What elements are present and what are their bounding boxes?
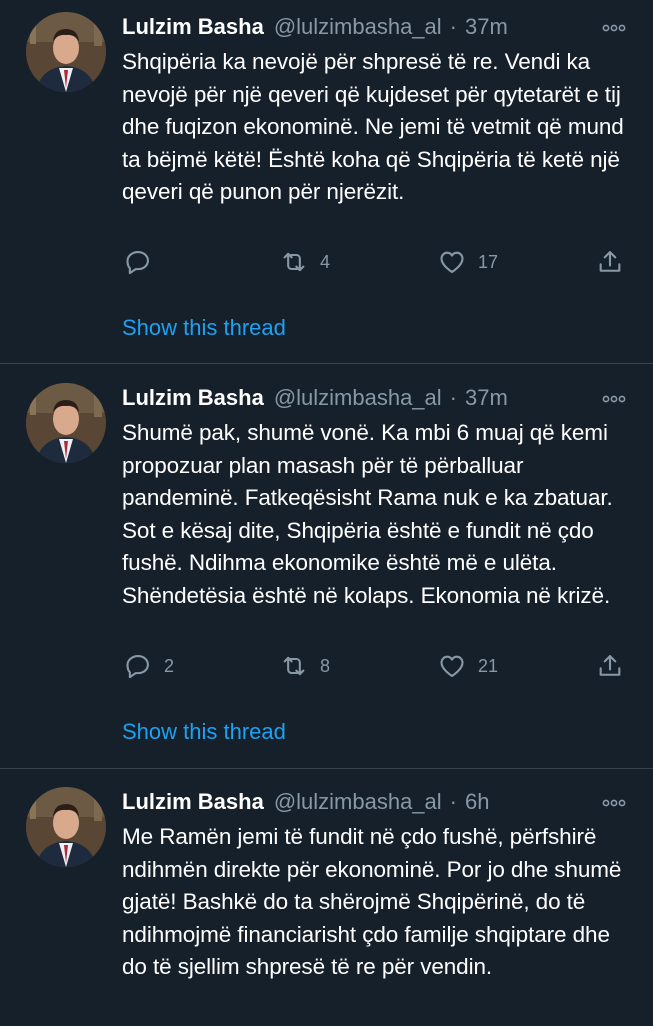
- retweet-count: 4: [320, 251, 331, 272]
- tweet-content: Lulzim Basha @lulzimbasha_al · 37m Shqip…: [122, 12, 631, 209]
- like-icon: [440, 251, 464, 273]
- reply-count: 2: [164, 655, 175, 676]
- like-count: 17: [478, 251, 499, 272]
- reply-icon: [126, 655, 149, 679]
- avatar[interactable]: [26, 787, 106, 867]
- separator-dot: ·: [449, 14, 457, 39]
- tweet-actions: 4 17: [0, 248, 653, 280]
- more-icon[interactable]: [601, 389, 627, 409]
- show-thread-link[interactable]: Show this thread: [122, 315, 286, 341]
- user-handle[interactable]: @lulzimbasha_al: [274, 14, 442, 40]
- tweet[interactable]: Lulzim Basha @lulzimbasha_al · 37m Shqip…: [0, 0, 653, 364]
- tweet[interactable]: Lulzim Basha @lulzimbasha_al · 6h Me Ram…: [0, 769, 653, 1026]
- tweet-text: Shumë pak, shumë vonë. Ka mbi 6 muaj që …: [122, 420, 613, 608]
- tweet-header: Lulzim Basha @lulzimbasha_al · 37m: [122, 12, 631, 42]
- display-name[interactable]: Lulzim Basha: [122, 14, 264, 40]
- display-name[interactable]: Lulzim Basha: [122, 789, 264, 815]
- timestamp[interactable]: 6h: [465, 789, 489, 815]
- reply-button[interactable]: [124, 248, 164, 276]
- tweet-content: Lulzim Basha @lulzimbasha_al · 6h Me Ram…: [122, 787, 631, 984]
- more-icon[interactable]: [601, 793, 627, 813]
- retweet-button[interactable]: 8: [280, 652, 330, 680]
- reply-icon: [126, 251, 149, 275]
- tweet-text: Me Ramën jemi të fundit në çdo fushë, pë…: [122, 824, 622, 979]
- like-button[interactable]: 21: [438, 652, 498, 680]
- tweet-header: Lulzim Basha @lulzimbasha_al · 37m: [122, 383, 631, 413]
- tweet[interactable]: Lulzim Basha @lulzimbasha_al · 37m Shumë…: [0, 364, 653, 769]
- retweet-icon: [283, 252, 305, 272]
- timestamp[interactable]: 37m: [465, 385, 508, 411]
- retweet-icon: [283, 656, 305, 676]
- reply-button[interactable]: 2: [124, 652, 174, 680]
- tweet-actions: 2 8 21: [0, 652, 653, 684]
- retweet-count: 8: [320, 655, 331, 676]
- tweet-content: Lulzim Basha @lulzimbasha_al · 37m Shumë…: [122, 383, 631, 612]
- user-handle[interactable]: @lulzimbasha_al: [274, 385, 442, 411]
- like-button[interactable]: 17: [438, 248, 498, 276]
- share-icon: [599, 655, 621, 676]
- avatar[interactable]: [26, 12, 106, 92]
- like-count: 21: [478, 655, 499, 676]
- display-name[interactable]: Lulzim Basha: [122, 385, 264, 411]
- show-thread-link[interactable]: Show this thread: [122, 719, 286, 745]
- share-button[interactable]: [596, 248, 624, 276]
- timestamp[interactable]: 37m: [465, 14, 508, 40]
- more-icon[interactable]: [601, 18, 627, 38]
- user-handle[interactable]: @lulzimbasha_al: [274, 789, 442, 815]
- avatar[interactable]: [26, 383, 106, 463]
- separator-dot: ·: [449, 385, 457, 410]
- like-icon: [440, 655, 464, 677]
- share-button[interactable]: [596, 652, 624, 680]
- share-icon: [599, 251, 621, 272]
- retweet-button[interactable]: 4: [280, 248, 330, 276]
- tweet-header: Lulzim Basha @lulzimbasha_al · 6h: [122, 787, 631, 817]
- tweet-text: Shqipëria ka nevojë për shpresë të re. V…: [122, 49, 624, 204]
- separator-dot: ·: [449, 789, 457, 814]
